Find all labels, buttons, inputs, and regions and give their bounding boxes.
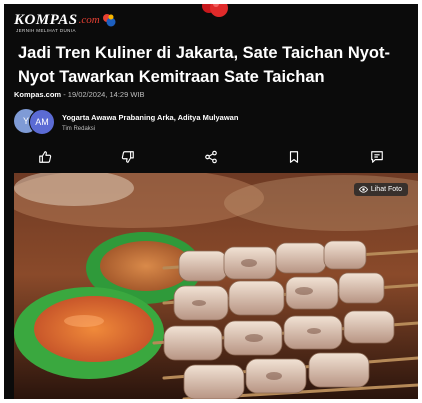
bookmark-button[interactable] — [280, 145, 308, 169]
like-button[interactable] — [31, 145, 59, 169]
article-meta: Kompas.com - 19/02/2024, 14:29 WIB — [14, 90, 145, 99]
article-photo[interactable]: Lihat Foto — [14, 173, 418, 399]
dislike-icon — [121, 151, 135, 163]
author-team: Tim Redaksi — [62, 126, 96, 132]
like-icon — [39, 151, 52, 163]
comment-icon — [370, 151, 383, 163]
article-date: - 19/02/2024, 14:29 WIB — [61, 90, 145, 99]
view-photo-button[interactable]: Lihat Foto — [353, 183, 408, 196]
dislike-button[interactable] — [114, 145, 142, 169]
comment-button[interactable] — [363, 145, 391, 169]
avatar[interactable]: AM — [29, 109, 55, 135]
logo-badge-icon — [102, 14, 116, 27]
logo-wordmark: KOMPAS — [14, 12, 78, 28]
sate-photo — [14, 173, 418, 399]
author-names[interactable]: Yogarta Awawa Prabaning Arka, Aditya Mul… — [62, 113, 238, 122]
share-button[interactable] — [197, 145, 225, 169]
article-title: Jadi Tren Kuliner di Jakarta, Sate Taich… — [18, 44, 390, 86]
article-source[interactable]: Kompas.com — [14, 90, 61, 99]
view-photo-label: Lihat Foto — [370, 186, 402, 193]
author-avatars[interactable]: Y AM — [14, 109, 56, 135]
eye-icon — [358, 186, 368, 193]
decorative-bubble-icon — [202, 4, 228, 17]
action-bar — [4, 142, 418, 172]
site-logo[interactable]: KOMPAS .com — [14, 12, 116, 38]
logo-tagline: JERNIH MELIHAT DUNIA — [16, 28, 76, 33]
article-page: KOMPAS .com JERNIH MELIHAT DUNIA Jadi Tr… — [4, 4, 418, 399]
logo-domain: .com — [78, 14, 100, 26]
share-icon — [205, 150, 217, 164]
bookmark-icon — [289, 151, 298, 163]
